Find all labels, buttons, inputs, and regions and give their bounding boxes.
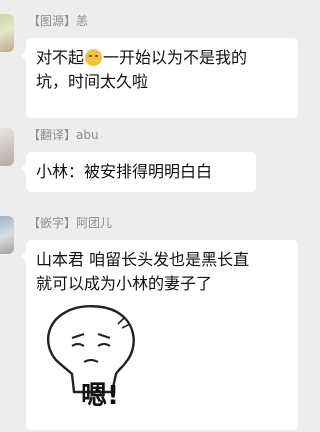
message-line: 山本君 咱留长头发也是黑长直 (36, 250, 250, 269)
avatar[interactable] (0, 14, 14, 52)
sender-name: 【图源】恙 (28, 14, 89, 28)
sticker-image[interactable]: 嗯! (38, 300, 148, 412)
message-bubble[interactable]: 小林：被安排得明明白白 (21, 152, 256, 192)
message-bubble[interactable]: 对不起 一开始以为不是我的 坑，时间太久啦 (21, 38, 298, 118)
sticker-text: 嗯! (81, 381, 119, 411)
sender-name: 【翻译】abu (28, 128, 99, 142)
message-line: 就可以成为小林的妻子了 (36, 274, 213, 293)
avatar[interactable] (0, 216, 14, 254)
message-bubble[interactable]: 山本君 咱留长头发也是黑长直 就可以成为小林的妻子了 嗯! (21, 240, 298, 430)
message-line: 对不起 一开始以为不是我的 (36, 48, 248, 67)
sad-face-emoji-icon (85, 49, 103, 66)
message-line: 坑，时间太久啦 (36, 72, 149, 91)
sender-name: 【嵌字】阿团儿 (28, 216, 113, 230)
message-line: 小林：被安排得明明白白 (36, 162, 213, 181)
avatar[interactable] (0, 128, 14, 166)
